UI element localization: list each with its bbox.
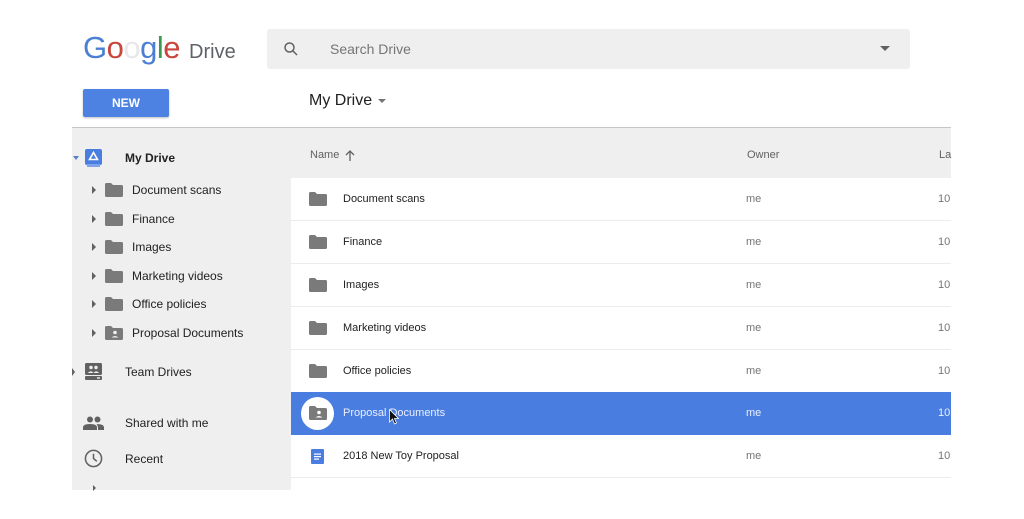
search-input[interactable] — [330, 41, 860, 57]
file-last-modified: 10 — [938, 322, 951, 334]
new-button[interactable]: NEW — [83, 89, 169, 117]
expand-arrow-icon[interactable] — [92, 243, 96, 251]
sidebar: My Drive Document scans Finance Images M… — [72, 128, 291, 491]
file-owner: me — [746, 322, 762, 334]
folder-icon — [105, 212, 123, 226]
arrow-up-icon[interactable] — [345, 149, 355, 161]
people-icon — [83, 416, 104, 430]
search-options-caret-icon[interactable] — [860, 46, 910, 52]
sidebar-item-recent[interactable]: Recent — [72, 445, 291, 473]
column-header-last-modified[interactable]: La — [939, 149, 951, 161]
file-name: Marketing videos — [343, 322, 427, 334]
my-drive-title-dropdown[interactable]: My Drive — [309, 92, 387, 110]
logo-letter: o — [123, 30, 141, 65]
file-owner: me — [746, 407, 762, 419]
file-owner: me — [746, 450, 762, 462]
folder-icon — [309, 235, 327, 249]
expand-arrow-icon[interactable] — [92, 186, 96, 194]
shared-folder-icon — [105, 326, 123, 340]
sidebar-item-label: Team Drives — [125, 365, 192, 379]
sidebar-item-label: Marketing videos — [132, 269, 223, 283]
file-last-modified: 10 — [938, 407, 951, 419]
column-label: Name — [310, 149, 340, 161]
file-name: Images — [343, 279, 380, 291]
file-name: Office policies — [343, 365, 412, 377]
column-header-owner[interactable]: Owner — [747, 149, 779, 161]
sidebar-folder-proposal-documents[interactable]: Proposal Documents — [72, 319, 291, 347]
logo-letter: o — [106, 30, 124, 65]
google-wordmark: Google — [83, 30, 181, 66]
folder-icon — [309, 364, 327, 378]
file-owner: me — [746, 236, 762, 248]
sidebar-folder-finance[interactable]: Finance — [72, 205, 291, 233]
sidebar-folder-office-policies[interactable]: Office policies — [72, 290, 291, 318]
file-name: Finance — [343, 236, 383, 248]
sidebar-item-label: Office policies — [132, 297, 207, 311]
mouse-cursor-icon — [389, 409, 399, 425]
folder-icon — [105, 297, 123, 311]
search-icon[interactable] — [267, 40, 315, 58]
folder-icon — [105, 240, 123, 254]
column-header-name[interactable]: Name — [310, 149, 355, 161]
sidebar-item-label: Shared with me — [125, 416, 209, 430]
file-last-modified: 10 — [938, 450, 951, 462]
folder-icon — [309, 321, 327, 335]
expand-arrow-icon[interactable] — [92, 272, 96, 280]
sidebar-item-label: Finance — [132, 212, 175, 226]
file-last-modified: 10 — [938, 193, 951, 205]
file-name: Document scans — [343, 193, 425, 205]
sidebar-item-label: Images — [132, 240, 172, 254]
sidebar-folder-marketing-videos[interactable]: Marketing videos — [72, 262, 291, 290]
list-header: Name Owner La — [291, 128, 951, 178]
page-title: My Drive — [309, 92, 373, 109]
shared-folder-icon — [309, 406, 327, 420]
clock-icon — [84, 449, 103, 468]
sidebar-item-label: Recent — [125, 452, 164, 466]
expand-arrow-icon[interactable] — [92, 215, 96, 223]
file-last-modified: 10 — [938, 279, 951, 291]
search-bar[interactable] — [267, 29, 910, 69]
my-drive-icon — [85, 149, 102, 172]
file-last-modified: 10 — [938, 236, 951, 248]
logo-letter: e — [163, 30, 181, 65]
file-row[interactable]: Office policies me 10 — [291, 350, 951, 393]
file-row[interactable]: Images me 10 — [291, 264, 951, 307]
expand-arrow-icon[interactable] — [72, 368, 75, 376]
file-row[interactable]: 2018 New Toy Proposal me 10 — [291, 435, 951, 478]
collapse-arrow-icon[interactable] — [73, 156, 79, 160]
folder-icon — [309, 192, 327, 206]
file-owner: me — [746, 279, 762, 291]
file-row[interactable]: Document scans me 10 — [291, 178, 951, 221]
google-doc-icon — [311, 449, 324, 464]
expand-arrow-icon[interactable] — [93, 485, 96, 491]
google-drive-logo[interactable]: Google Drive — [83, 30, 236, 66]
product-name: Drive — [189, 41, 236, 63]
folder-icon — [105, 269, 123, 283]
sidebar-folder-document-scans[interactable]: Document scans — [72, 176, 291, 204]
sidebar-folder-images[interactable]: Images — [72, 233, 291, 261]
sidebar-item-shared-with-me[interactable]: Shared with me — [72, 409, 291, 437]
logo-letter: G — [83, 30, 107, 65]
file-owner: me — [746, 365, 762, 377]
file-name: 2018 New Toy Proposal — [343, 450, 459, 462]
expand-arrow-icon[interactable] — [92, 329, 96, 337]
caret-down-icon — [378, 99, 387, 103]
expand-arrow-icon[interactable] — [92, 300, 96, 308]
file-last-modified: 10 — [938, 365, 951, 377]
sidebar-item-label: Proposal Documents — [132, 326, 244, 340]
file-list: Name Owner La Document scans me 10 Finan… — [291, 128, 951, 490]
file-row[interactable]: Marketing videos me 10 — [291, 307, 951, 350]
sidebar-item-label: Document scans — [132, 183, 222, 197]
sidebar-item-label: My Drive — [125, 151, 176, 165]
team-drives-icon — [85, 363, 102, 380]
file-row[interactable]: Finance me 10 — [291, 221, 951, 264]
logo-letter: g — [140, 30, 157, 65]
sidebar-item-team-drives[interactable]: Team Drives — [72, 358, 291, 386]
folder-icon — [105, 183, 123, 197]
file-owner: me — [746, 193, 762, 205]
folder-icon — [309, 278, 327, 292]
sidebar-item-my-drive[interactable]: My Drive — [72, 144, 291, 172]
